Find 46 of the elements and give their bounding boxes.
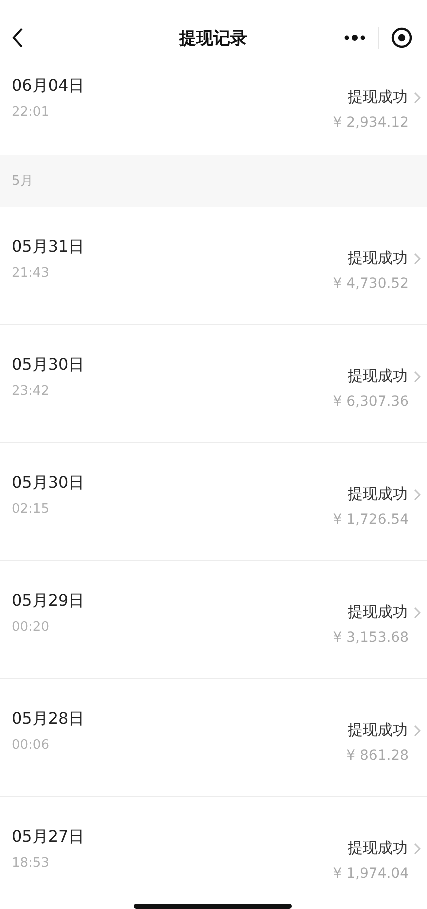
record-amount: ¥ 3,153.68 xyxy=(333,630,409,646)
record-status: 提现成功 xyxy=(348,721,408,740)
chevron-icon xyxy=(414,92,421,104)
chevron-icon xyxy=(414,606,421,618)
record-amount: ¥ 6,307.36 xyxy=(333,394,409,410)
record-time: 18:53 xyxy=(12,856,50,871)
page-title: 提现记录 xyxy=(178,28,248,50)
record-amount: ¥ 4,730.52 xyxy=(333,276,409,292)
more-icon[interactable] xyxy=(344,34,366,42)
record-date: 05月30日 xyxy=(12,355,85,376)
record-time: 00:20 xyxy=(12,620,50,635)
record-time: 22:01 xyxy=(12,105,50,120)
close-icon[interactable] xyxy=(391,27,413,49)
chevron-icon xyxy=(414,724,421,736)
record-row[interactable]: 05月28日 00:06 提现成功 ¥ 861.28 xyxy=(0,679,427,797)
record-date: 05月29日 xyxy=(12,591,85,612)
month-label: 5月 xyxy=(12,173,34,190)
record-status: 提现成功 xyxy=(348,88,408,107)
record-status: 提现成功 xyxy=(348,485,408,504)
back-icon[interactable] xyxy=(12,27,24,49)
record-status: 提现成功 xyxy=(348,367,408,386)
record-date: 05月28日 xyxy=(12,709,85,730)
record-row[interactable]: 05月30日 23:42 提现成功 ¥ 6,307.36 xyxy=(0,325,427,443)
record-amount: ¥ 2,934.12 xyxy=(333,115,409,131)
record-time: 02:15 xyxy=(12,502,50,517)
record-row[interactable]: 06月04日 22:01 提现成功 ¥ 2,934.12 xyxy=(0,76,427,155)
record-date: 05月31日 xyxy=(12,237,85,258)
chevron-icon xyxy=(414,370,421,382)
record-row[interactable]: 05月31日 21:43 提现成功 ¥ 4,730.52 xyxy=(0,207,427,325)
record-status: 提现成功 xyxy=(348,603,408,622)
record-time: 00:06 xyxy=(12,738,50,753)
record-amount: ¥ 861.28 xyxy=(346,748,409,764)
record-time: 23:42 xyxy=(12,384,50,399)
chevron-icon xyxy=(414,488,421,500)
chevron-icon xyxy=(414,842,421,854)
record-amount: ¥ 1,974.04 xyxy=(333,866,409,882)
chevron-icon xyxy=(414,252,421,264)
record-row[interactable]: 05月29日 00:20 提现成功 ¥ 3,153.68 xyxy=(0,561,427,679)
record-time: 21:43 xyxy=(12,266,50,281)
record-status: 提现成功 xyxy=(348,249,408,268)
record-amount: ¥ 1,726.54 xyxy=(333,512,409,528)
record-date: 06月04日 xyxy=(12,76,85,97)
record-status: 提现成功 xyxy=(348,839,408,858)
record-date: 05月27日 xyxy=(12,827,85,848)
record-date: 05月30日 xyxy=(12,473,85,494)
record-row[interactable]: 05月30日 02:15 提现成功 ¥ 1,726.54 xyxy=(0,443,427,561)
